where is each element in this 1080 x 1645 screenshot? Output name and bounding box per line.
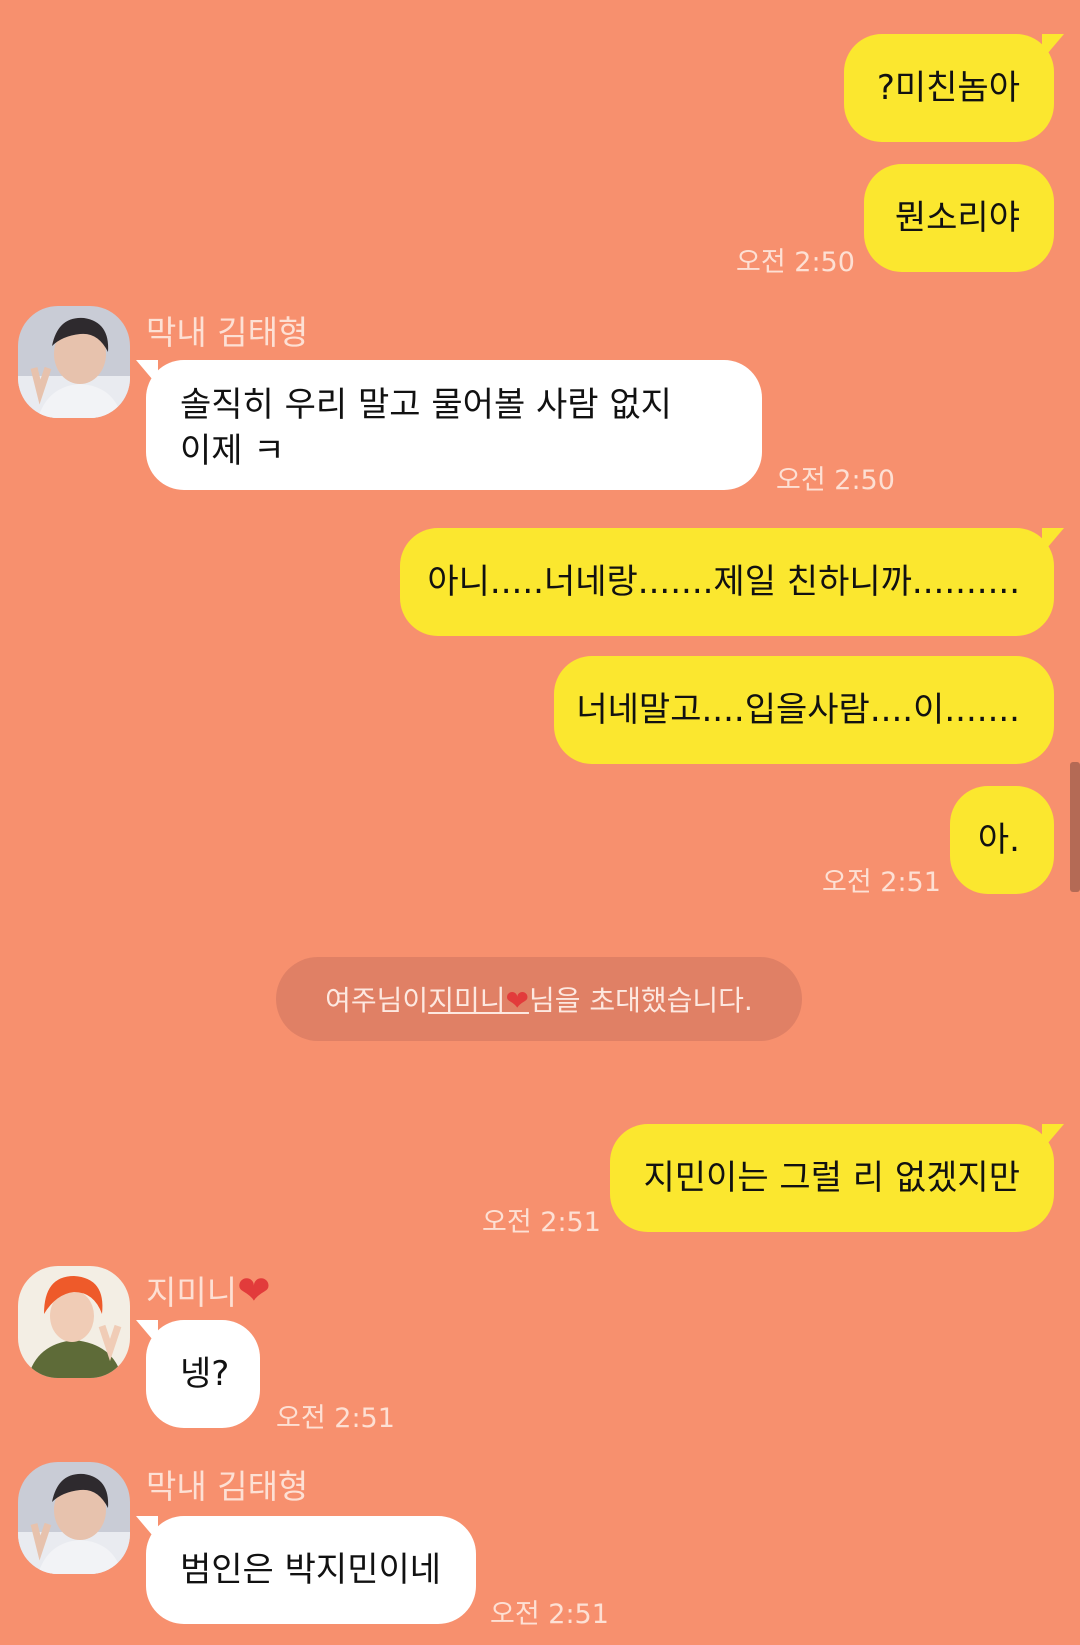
message-bubble-mine[interactable]: 뭔소리야 [864, 164, 1054, 272]
avatar[interactable] [18, 1266, 130, 1378]
scrollbar[interactable] [1070, 762, 1080, 892]
avatar[interactable] [18, 306, 130, 418]
avatar-photo-icon [18, 1462, 130, 1574]
message-bubble-other[interactable]: 범인은 박지민이네 [136, 1516, 476, 1624]
invited-user-name[interactable]: 지미니❤ [428, 979, 529, 1019]
message-bubble-mine[interactable]: 아니.....너네랑.......제일 친하니까.......... [400, 528, 1064, 636]
avatar[interactable] [18, 1462, 130, 1574]
message-bubble-other[interactable]: 솔직히 우리 말고 물어볼 사람 없지 이제 ㅋ [136, 360, 762, 490]
avatar-photo-icon [18, 1266, 130, 1378]
message-bubble-mine[interactable]: 지민이는 그럴 리 없겠지만 [610, 1124, 1064, 1232]
message-text: 범인은 박지민이네 [180, 1550, 442, 1590]
message-bubble-mine[interactable]: 너네말고....입을사람....이....... [554, 656, 1054, 764]
heart-icon: ❤ [505, 984, 529, 1017]
message-text-line: 솔직히 우리 말고 물어볼 사람 없지 [180, 385, 672, 425]
message-text: 너네말고....입을사람....이....... [576, 690, 1020, 730]
heart-icon: ❤ [237, 1268, 271, 1314]
message-time: 오전 2:51 [822, 867, 941, 898]
avatar-photo-icon [18, 306, 130, 418]
message-text: 넹? [180, 1354, 230, 1394]
message-bubble-mine[interactable]: ?미친놈아 [844, 34, 1064, 142]
message-text: ?미친놈아 [876, 68, 1020, 108]
sender-name: 막내 김태형 [146, 313, 309, 352]
message-text: 뭔소리야 [894, 198, 1020, 238]
message-time: 오전 2:51 [276, 1403, 395, 1434]
message-text: 지민이는 그럴 리 없겠지만 [643, 1158, 1020, 1198]
message-time: 오전 2:50 [776, 465, 895, 496]
system-notice: 여주님이 지미니❤ 님을 초대했습니다. [276, 957, 802, 1041]
message-text-line: 이제 ㅋ [180, 431, 285, 471]
message-time: 오전 2:51 [482, 1207, 601, 1238]
chat-screen: ?미친놈아 뭔소리야 오전 2:50 막내 김태형 솔직히 우리 말고 물어볼 … [0, 0, 1080, 1645]
message-time: 오전 2:51 [490, 1599, 609, 1630]
message-bubble-other[interactable]: 넹? [136, 1320, 260, 1428]
message-bubble-mine[interactable]: 아. [950, 786, 1054, 894]
message-text: 아. [977, 820, 1020, 860]
message-text: 아니.....너네랑.......제일 친하니까.......... [427, 562, 1020, 602]
sender-name: 지미니❤ [146, 1268, 271, 1314]
message-time: 오전 2:50 [736, 247, 855, 278]
sender-name: 막내 김태형 [146, 1467, 309, 1506]
